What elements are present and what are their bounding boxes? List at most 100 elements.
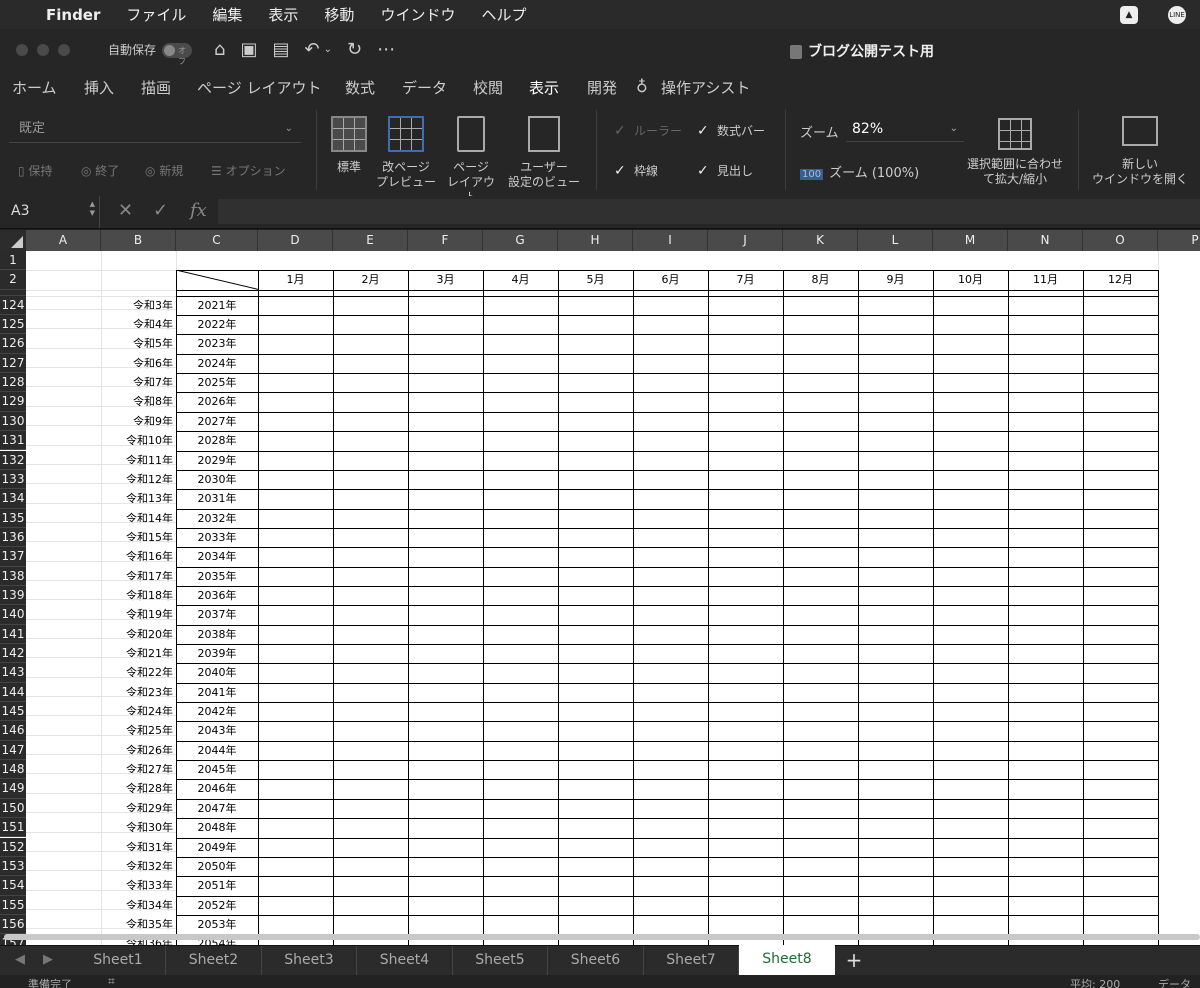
month-header-cell[interactable]: 4月: [483, 270, 558, 289]
year-cell[interactable]: 2031年: [176, 489, 258, 508]
column-header-b[interactable]: B: [101, 230, 176, 251]
row-header[interactable]: 125: [0, 315, 26, 335]
year-cell[interactable]: 2046年: [176, 779, 258, 798]
cancel-icon[interactable]: ✕: [118, 200, 133, 221]
row-header[interactable]: 131: [0, 431, 26, 451]
year-cell[interactable]: 2028年: [176, 431, 258, 450]
row-header[interactable]: 146: [0, 721, 26, 741]
tab-page-layout[interactable]: ページ レイアウト: [197, 77, 321, 98]
era-cell[interactable]: 令和30年: [101, 818, 173, 837]
insert-function-icon[interactable]: fx: [190, 200, 207, 221]
menu-view[interactable]: 表示: [268, 4, 298, 25]
drive-tray-icon[interactable]: ▲: [1120, 5, 1138, 24]
column-header-a[interactable]: A: [26, 230, 101, 251]
era-cell[interactable]: 令和25年: [101, 721, 173, 740]
era-cell[interactable]: 令和12年: [101, 470, 173, 489]
menu-help[interactable]: ヘルプ: [481, 4, 526, 25]
month-header-cell[interactable]: 1月: [258, 270, 333, 289]
year-cell[interactable]: 2029年: [176, 451, 258, 470]
redo-icon[interactable]: ↻: [347, 39, 362, 60]
undo-dropdown-chevron-icon[interactable]: ⌄: [324, 44, 332, 55]
line-tray-icon[interactable]: LINE: [1168, 5, 1186, 24]
sheet-tab-sheet7[interactable]: Sheet7: [644, 946, 739, 975]
year-cell[interactable]: 2039年: [176, 644, 258, 663]
zoom-to-selection-button[interactable]: 選択範囲に合わせ て拡大/縮小: [962, 118, 1068, 187]
year-cell[interactable]: 2042年: [176, 702, 258, 721]
keep-view-button[interactable]: ▯ 保持: [18, 162, 52, 179]
gridlines-checkbox[interactable]: ✓ 枠線: [614, 162, 658, 179]
row-header[interactable]: 133: [0, 469, 26, 490]
era-cell[interactable]: 令和34年: [101, 896, 173, 915]
month-header-cell[interactable]: 3月: [408, 270, 483, 289]
exit-view-button[interactable]: ◎ 終了: [81, 162, 119, 179]
worksheet-grid[interactable]: ABCDEFGHIJKLMNOP 1 2 124 令和3年 2021年 125 令和4年 20…: [0, 230, 1200, 945]
ruler-checkbox[interactable]: ✓ ルーラー: [614, 122, 682, 139]
column-header-d[interactable]: D: [258, 230, 333, 251]
tab-review[interactable]: 校閲: [473, 77, 503, 98]
row-header[interactable]: 142: [0, 644, 26, 664]
menu-go[interactable]: 移動: [324, 4, 354, 25]
era-cell[interactable]: 令和19年: [101, 605, 173, 624]
column-header-e[interactable]: E: [333, 230, 408, 251]
era-cell[interactable]: 令和9年: [101, 412, 173, 431]
year-cell[interactable]: 2024年: [176, 354, 258, 373]
sheet-tab-sheet8[interactable]: Sheet8: [739, 945, 835, 976]
home-icon[interactable]: ⌂: [214, 39, 225, 60]
tab-tell-me[interactable]: 操作アシスト: [661, 77, 750, 98]
era-cell[interactable]: 令和29年: [101, 799, 173, 818]
year-cell[interactable]: 2038年: [176, 625, 258, 644]
sheet-view-select[interactable]: 既定 ⌄: [9, 115, 301, 143]
month-header-cell[interactable]: 9月: [858, 270, 933, 289]
row-header[interactable]: 150: [0, 798, 26, 819]
select-all-corner[interactable]: [0, 230, 26, 251]
column-header-i[interactable]: I: [633, 230, 708, 251]
year-cell[interactable]: 2037年: [176, 605, 258, 624]
enter-icon[interactable]: ✓: [153, 200, 168, 221]
era-cell[interactable]: 令和23年: [101, 683, 173, 702]
month-header-cell[interactable]: 5月: [558, 270, 633, 289]
year-cell[interactable]: 2025年: [176, 373, 258, 392]
era-cell[interactable]: 令和16年: [101, 547, 173, 566]
era-cell[interactable]: 令和28年: [101, 779, 173, 798]
tab-data[interactable]: データ: [402, 77, 447, 98]
column-header-n[interactable]: N: [1008, 230, 1083, 251]
zoom-select[interactable]: 82% ⌄: [846, 116, 964, 142]
column-header-c[interactable]: C: [176, 230, 258, 251]
menu-file[interactable]: ファイル: [126, 4, 186, 25]
row-header[interactable]: 147: [0, 740, 26, 761]
row-header[interactable]: 151: [0, 818, 26, 838]
era-cell[interactable]: 令和31年: [101, 838, 173, 857]
row-header[interactable]: 154: [0, 876, 26, 896]
row-header[interactable]: 127: [0, 353, 26, 374]
new-view-button[interactable]: ◎ 新規: [145, 162, 183, 179]
tab-developer[interactable]: 開発: [587, 77, 617, 98]
month-header-cell[interactable]: 12月: [1083, 270, 1158, 289]
row-header[interactable]: 141: [0, 624, 26, 644]
save-icon[interactable]: ▣: [240, 39, 257, 60]
era-cell[interactable]: 令和11年: [101, 451, 173, 470]
year-cell[interactable]: 2035年: [176, 567, 258, 586]
era-cell[interactable]: 令和22年: [101, 663, 173, 682]
undo-icon[interactable]: ↶: [304, 39, 319, 60]
row-header[interactable]: 143: [0, 663, 26, 683]
row-header[interactable]: 136: [0, 527, 26, 548]
row-header[interactable]: 139: [0, 585, 26, 606]
year-cell[interactable]: 2052年: [176, 896, 258, 915]
era-cell[interactable]: 令和17年: [101, 567, 173, 586]
close-window-icon[interactable]: [16, 43, 28, 56]
era-cell[interactable]: 令和15年: [101, 528, 173, 547]
month-header-cell[interactable]: 10月: [933, 270, 1008, 289]
row-header[interactable]: 149: [0, 779, 26, 799]
name-box[interactable]: A3 ▲ ▼: [0, 196, 100, 228]
minimize-window-icon[interactable]: [37, 43, 49, 56]
year-cell[interactable]: 2049年: [176, 838, 258, 857]
page-break-preview-button[interactable]: 改ページ プレビュー: [375, 116, 437, 190]
row-header[interactable]: 156: [0, 914, 26, 935]
name-box-stepper-icon[interactable]: ▲ ▼: [90, 200, 95, 218]
year-cell[interactable]: 2051年: [176, 876, 258, 895]
sheet-tab-sheet2[interactable]: Sheet2: [166, 946, 262, 975]
formula-input[interactable]: [218, 199, 1200, 224]
column-header-j[interactable]: J: [708, 230, 783, 251]
row-header[interactable]: 138: [0, 566, 26, 586]
column-header-o[interactable]: O: [1083, 230, 1158, 251]
